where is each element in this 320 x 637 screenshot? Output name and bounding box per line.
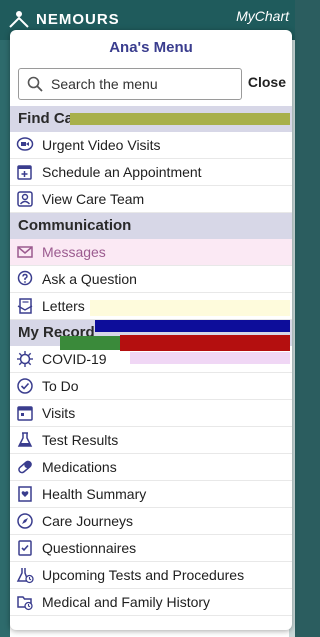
search-input[interactable] <box>49 75 233 93</box>
menu-item-urgent-video-visits[interactable]: Urgent Video Visits <box>10 132 292 159</box>
menu-item-label: Upcoming Tests and Procedures <box>42 567 245 583</box>
compass-icon <box>16 512 34 530</box>
flask-clock-icon <box>16 566 34 584</box>
menu-item-schedule-appointment[interactable]: Schedule an Appointment <box>10 159 292 186</box>
flask-icon <box>16 431 34 449</box>
menu-item-view-care-team[interactable]: View Care Team <box>10 186 292 213</box>
glitch-artifact <box>120 335 290 351</box>
menu-item-label: Test Results <box>42 432 119 448</box>
questionnaire-icon <box>16 539 34 557</box>
menu-title: Ana's Menu <box>109 39 193 56</box>
menu-item-label: Schedule an Appointment <box>42 164 202 180</box>
menu-item-health-summary[interactable]: Health Summary <box>10 481 292 508</box>
background-strip-left <box>0 40 10 637</box>
question-bubble-icon <box>16 270 34 288</box>
care-team-icon <box>16 190 34 208</box>
glitch-artifact <box>130 352 290 364</box>
product-name: MyChart <box>236 8 289 24</box>
envelope-icon <box>16 243 34 261</box>
health-summary-icon <box>16 485 34 503</box>
calendar-plus-icon <box>16 163 34 181</box>
menu-item-upcoming-tests[interactable]: Upcoming Tests and Procedures <box>10 562 292 589</box>
menu-item-label: COVID-19 <box>42 351 107 367</box>
section-header-communication: Communication <box>10 213 292 239</box>
menu-item-visits[interactable]: Visits <box>10 400 292 427</box>
menu-item-questionnaires[interactable]: Questionnaires <box>10 535 292 562</box>
menu-item-label: View Care Team <box>42 191 145 207</box>
menu-item-medications[interactable]: Medications <box>10 454 292 481</box>
close-button[interactable]: Close <box>248 74 286 90</box>
search-row: Close <box>10 66 292 106</box>
menu-item-care-journeys[interactable]: Care Journeys <box>10 508 292 535</box>
virus-icon <box>16 350 34 368</box>
pill-icon <box>16 458 34 476</box>
glitch-artifact <box>60 336 120 350</box>
checklist-clock-icon <box>16 377 34 395</box>
menu-item-label: Letters <box>42 298 85 314</box>
video-chat-icon <box>16 136 34 154</box>
menu-item-label: Health Summary <box>42 486 147 502</box>
menu-item-label: Medications <box>42 459 117 475</box>
letter-icon <box>16 297 34 315</box>
glitch-artifact <box>95 320 290 332</box>
menu-item-label: Care Journeys <box>42 513 134 529</box>
calendar-icon <box>16 404 34 422</box>
menu-item-label: Ask a Question <box>42 271 137 287</box>
brand-logo: NEMOURS <box>8 10 120 28</box>
nemours-logo-icon <box>9 11 29 28</box>
menu-item-ask-a-question[interactable]: Ask a Question <box>10 266 292 293</box>
menu-item-to-do[interactable]: To Do <box>10 373 292 400</box>
glitch-artifact <box>90 300 290 316</box>
glitch-artifact <box>70 113 290 125</box>
menu-item-label: Visits <box>42 405 76 421</box>
menu-item-messages[interactable]: Messages <box>10 239 292 266</box>
menu-item-label: Questionnaires <box>42 540 137 556</box>
menu-item-test-results[interactable]: Test Results <box>10 427 292 454</box>
menu-item-medical-family-history[interactable]: Medical and Family History <box>10 589 292 616</box>
search-box[interactable] <box>18 68 242 100</box>
menu-item-label: Urgent Video Visits <box>42 137 161 153</box>
menu-item-label: Medical and Family History <box>42 594 211 610</box>
folder-clock-icon <box>16 593 34 611</box>
menu-item-label: Messages <box>42 244 106 260</box>
search-icon <box>27 76 43 92</box>
brand-name: NEMOURS <box>36 10 120 28</box>
menu-item-label: To Do <box>42 378 79 394</box>
